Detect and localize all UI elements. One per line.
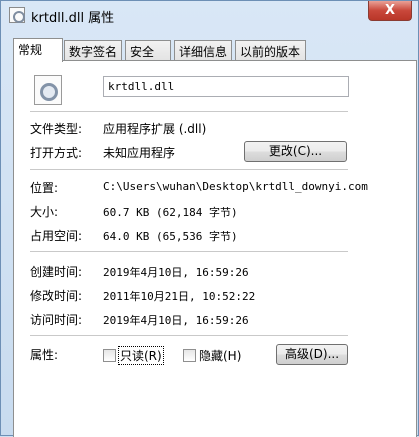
location-label: 位置:: [30, 181, 59, 195]
properties-window: krtdll.dll 属性 X 常规 数字签名 安全 详细信息 以前的版本 kr…: [0, 0, 419, 437]
size-on-disk-label: 占用空间:: [30, 229, 83, 243]
accessed-value: 2019年4月10日, 16:59:26: [103, 314, 249, 327]
tab-general[interactable]: 常规: [13, 38, 63, 62]
tab-previous-versions[interactable]: 以前的版本: [235, 40, 306, 61]
dll-file-icon: [34, 75, 62, 105]
tab-digital-signatures[interactable]: 数字签名: [64, 40, 122, 61]
readonly-checkbox-box[interactable]: [103, 349, 116, 362]
file-type-label: 文件类型:: [30, 122, 83, 136]
hidden-checkbox[interactable]: 隐藏(H): [183, 347, 241, 364]
hidden-checkbox-label[interactable]: 隐藏(H): [199, 347, 241, 364]
separator: [30, 251, 348, 252]
attributes-label: 属性:: [30, 348, 59, 362]
advanced-button[interactable]: 高级(D)...: [276, 344, 348, 365]
hidden-checkbox-box[interactable]: [183, 349, 196, 362]
close-button[interactable]: X: [368, 1, 412, 21]
readonly-checkbox-label[interactable]: 只读(R): [118, 346, 164, 365]
opens-with-label: 打开方式:: [30, 146, 83, 160]
window-title: krtdll.dll 属性: [31, 11, 115, 26]
dll-file-icon: [9, 7, 25, 23]
tab-security[interactable]: 安全: [125, 40, 171, 61]
general-panel: krtdll.dll 文件类型: 应用程序扩展 (.dll) 打开方式: 未知应…: [13, 60, 417, 437]
separator: [30, 335, 348, 336]
accessed-label: 访问时间:: [30, 313, 83, 327]
opens-with-value: 未知应用程序: [103, 146, 176, 160]
separator: [30, 111, 348, 112]
file-type-value: 应用程序扩展 (.dll): [103, 122, 207, 136]
size-on-disk-value: 64.0 KB (65,536 字节): [103, 230, 238, 243]
size-label: 大小:: [30, 205, 59, 219]
tab-details[interactable]: 详细信息: [174, 40, 232, 61]
tab-bar: 常规 数字签名 安全 详细信息 以前的版本: [13, 38, 413, 62]
modified-value: 2011年10月21日, 10:52:22: [103, 290, 256, 303]
location-value: C:\Users\wuhan\Desktop\krtdll_downyi.com: [103, 180, 368, 193]
modified-label: 修改时间:: [30, 289, 83, 303]
created-label: 创建时间:: [30, 265, 83, 279]
separator: [30, 169, 348, 170]
title-bar[interactable]: krtdll.dll 属性 X: [1, 1, 418, 31]
file-name-input[interactable]: krtdll.dll: [103, 76, 349, 97]
change-button[interactable]: 更改(C)...: [244, 141, 347, 162]
readonly-checkbox[interactable]: 只读(R): [103, 346, 164, 365]
created-value: 2019年4月10日, 16:59:26: [103, 266, 249, 279]
size-value: 60.7 KB (62,184 字节): [103, 206, 238, 219]
